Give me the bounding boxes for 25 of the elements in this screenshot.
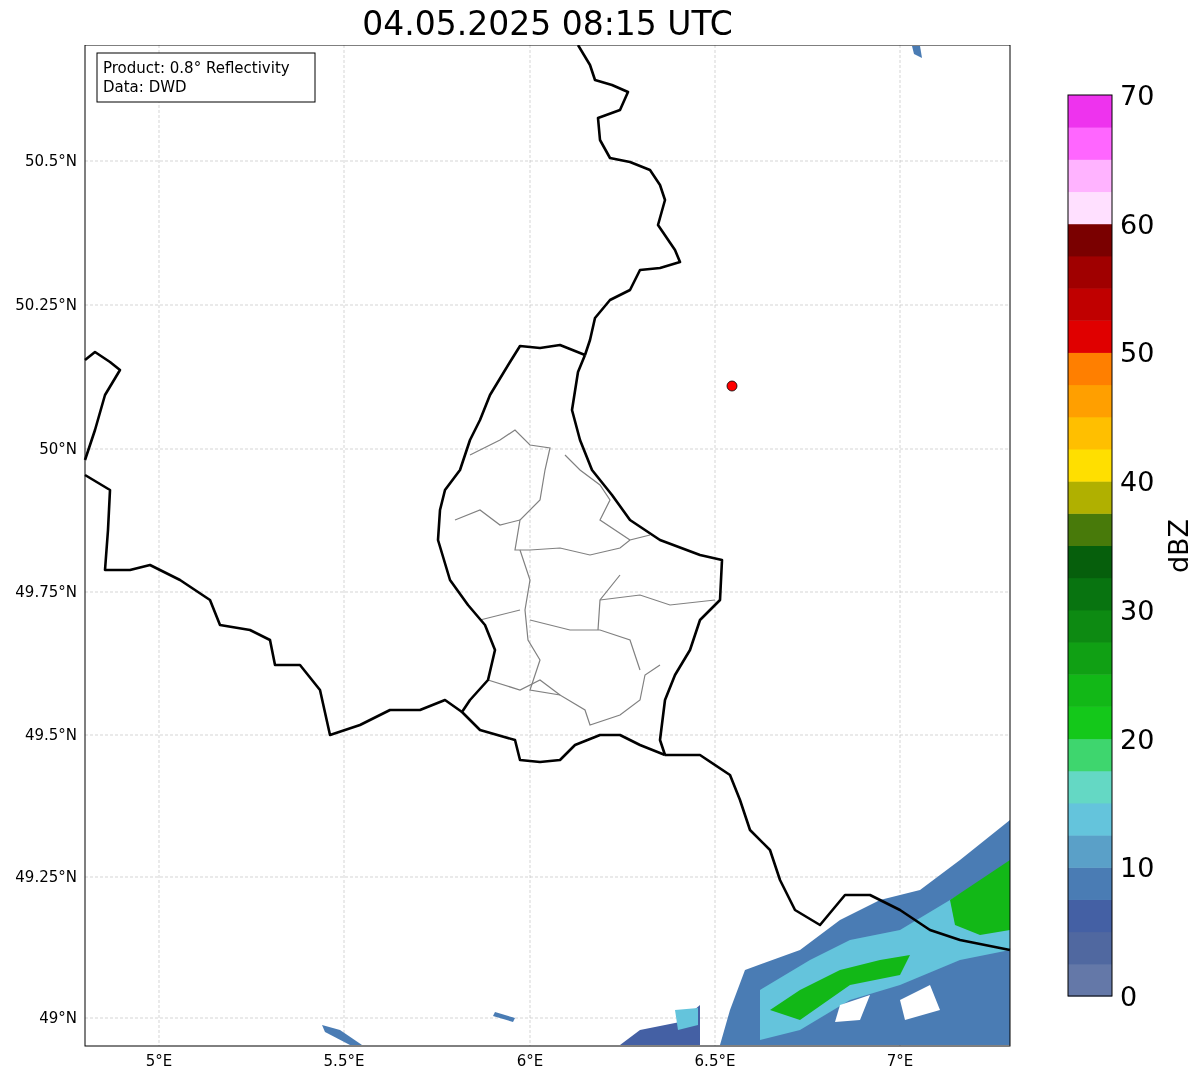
latitude-label: 49.5°N <box>24 726 77 744</box>
longitude-label: 6.5°E <box>694 1052 736 1070</box>
radar-site-marker <box>726 380 738 392</box>
longitude-label: 7°E <box>886 1052 914 1070</box>
longitude-label: 5.5°E <box>323 1052 365 1070</box>
colorbar-tick-label: 70 <box>1120 80 1155 111</box>
colorbar-label: dBZ <box>1163 518 1194 574</box>
info-text: Product: 0.8° Reflectivity <box>103 59 290 77</box>
colorbar-tick-label: 0 <box>1120 981 1138 1012</box>
latitude-label: 50.5°N <box>24 152 77 170</box>
latitude-label: 50°N <box>39 440 77 458</box>
colorbar-tick-label: 20 <box>1120 723 1155 755</box>
latitude-label: 49.75°N <box>15 583 77 601</box>
latitude-label: 49.25°N <box>15 868 77 886</box>
colorbar-tick-label: 10 <box>1120 852 1155 884</box>
latitude-label: 50.25°N <box>15 296 77 314</box>
chart-title: 04.05.2025 08:15 UTC <box>361 3 734 45</box>
longitude-label: 5°E <box>145 1052 173 1070</box>
colorbar-tick-label: 30 <box>1120 594 1155 626</box>
longitude-label: 6°E <box>516 1052 544 1070</box>
latitude-label: 49°N <box>39 1009 77 1027</box>
colorbar-tick-label: 40 <box>1120 466 1155 498</box>
info-text: Data: DWD <box>103 78 187 96</box>
colorbar-tick-label: 60 <box>1120 208 1155 240</box>
colorbar-tick-label: 50 <box>1120 337 1155 369</box>
